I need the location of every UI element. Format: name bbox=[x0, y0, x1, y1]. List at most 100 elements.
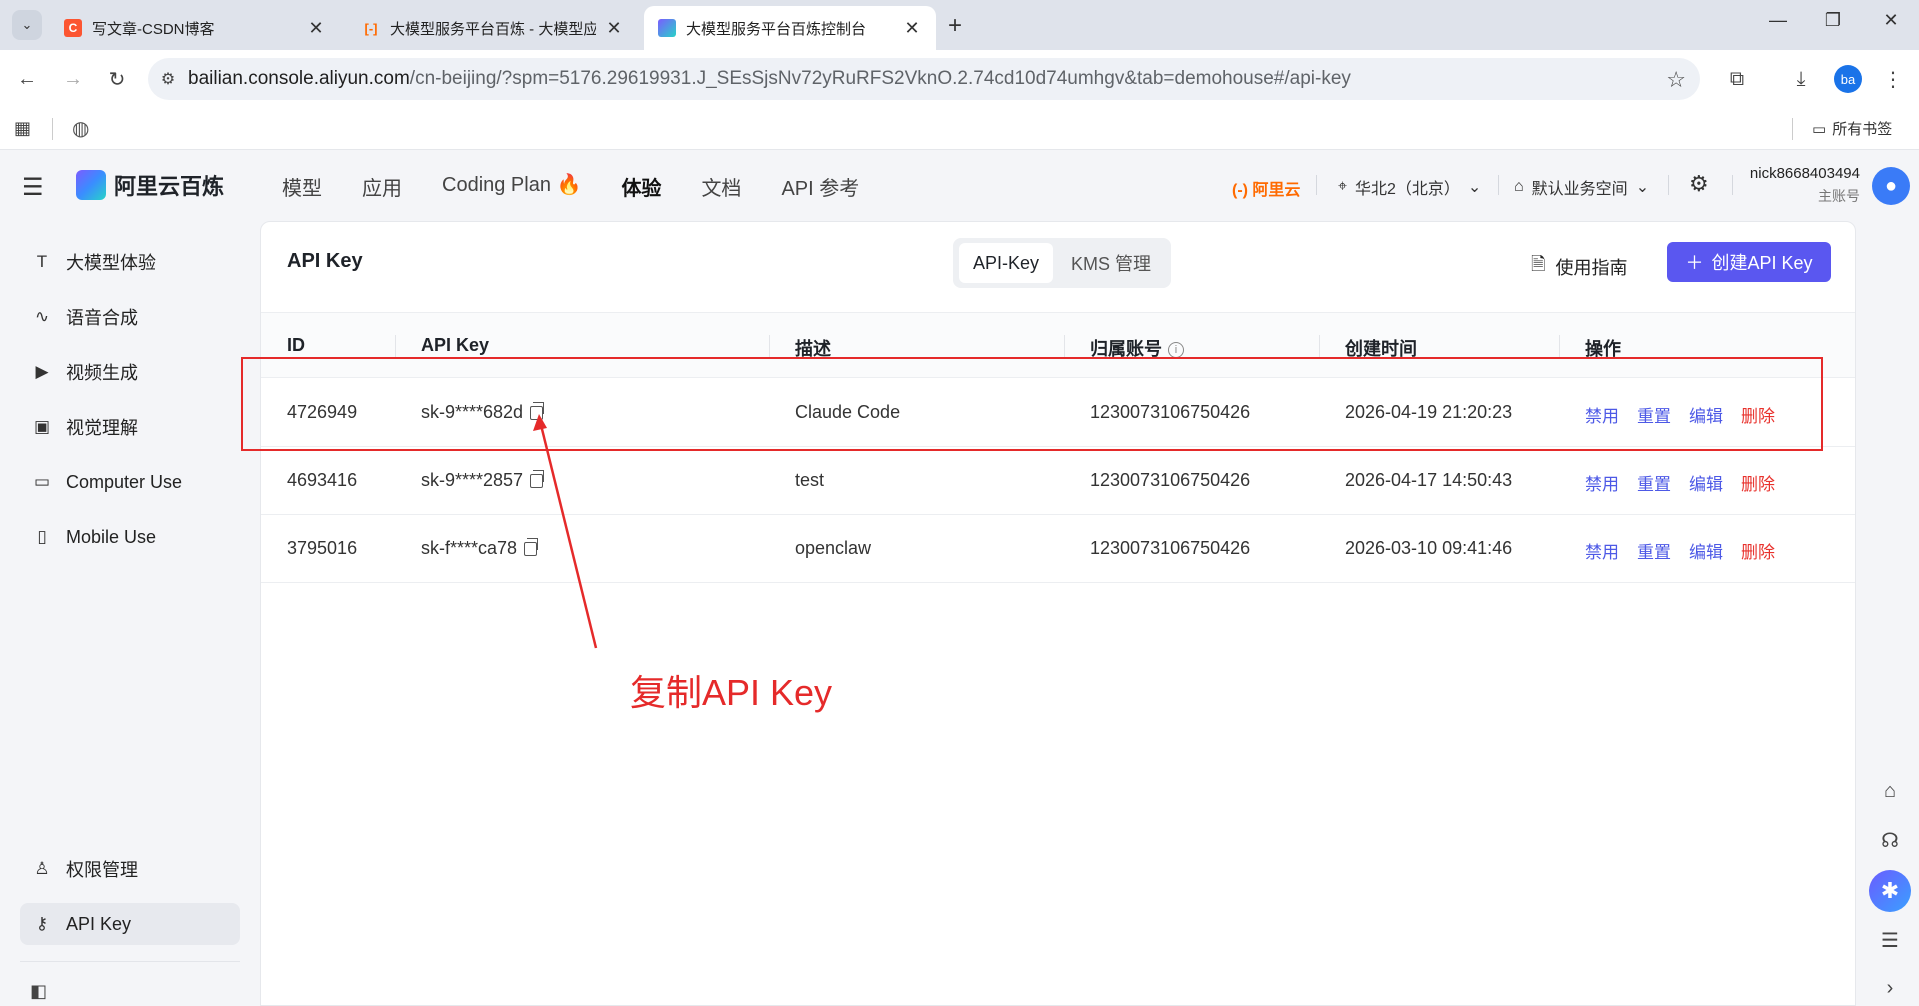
divider bbox=[20, 961, 240, 962]
disable-link[interactable]: 禁用 bbox=[1585, 543, 1619, 562]
reset-link[interactable]: 重置 bbox=[1637, 475, 1671, 494]
create-api-key-button[interactable]: ＋ 创建API Key bbox=[1667, 242, 1831, 282]
account-role: 主账号 bbox=[1818, 188, 1860, 204]
sidebar-item-label: Computer Use bbox=[66, 471, 183, 492]
sidebar-item-tts[interactable]: ∿ 语音合成 bbox=[20, 296, 240, 338]
apps-grid-icon[interactable]: ▦ bbox=[14, 118, 31, 139]
cell-api-key: sk-9****2857 bbox=[421, 470, 545, 491]
globe-icon[interactable]: ◍ bbox=[72, 116, 89, 141]
sidebar-item-label: 视觉理解 bbox=[66, 418, 138, 438]
bailian-logo-icon bbox=[76, 170, 106, 200]
document-icon: 🗎 bbox=[1531, 254, 1546, 274]
sidebar-item-mobile-use[interactable]: ▯ Mobile Use bbox=[20, 516, 240, 558]
tab-bailian-console[interactable]: 大模型服务平台百炼控制台 ✕ bbox=[644, 6, 936, 50]
sidebar-item-label: 语音合成 bbox=[66, 308, 138, 328]
table-row: 4693416 sk-9****2857 test 12300731067504… bbox=[261, 447, 1855, 515]
bookmark-star-icon[interactable]: ☆ bbox=[1666, 67, 1686, 93]
sidebar-item-computer-use[interactable]: ▭ Computer Use bbox=[20, 461, 240, 503]
user-icon: ♙ bbox=[34, 859, 50, 878]
url-text: bailian.console.aliyun.com/cn-beijing/?s… bbox=[188, 68, 1351, 89]
profile-avatar[interactable]: ba bbox=[1834, 65, 1862, 93]
info-icon[interactable]: i bbox=[1168, 342, 1184, 359]
nav-models[interactable]: 模型 bbox=[282, 172, 322, 201]
reset-link[interactable]: 重置 bbox=[1637, 543, 1671, 562]
new-tab-icon[interactable]: + bbox=[948, 12, 962, 40]
cell-description: test bbox=[795, 470, 825, 490]
sidebar-item-video[interactable]: ▶ 视频生成 bbox=[20, 351, 240, 393]
region-selector[interactable]: ⌖ 华北2（北京） ⌄ bbox=[1338, 175, 1481, 199]
workspace-selector[interactable]: ⌂ 默认业务空间 ⌄ bbox=[1514, 175, 1649, 199]
hamburger-menu-icon[interactable]: ☰ bbox=[22, 173, 44, 202]
settings-gear-icon[interactable]: ⚙ bbox=[1689, 171, 1709, 197]
app-logo[interactable]: 阿里云百炼 bbox=[76, 169, 224, 201]
forward-icon[interactable]: → bbox=[58, 64, 88, 94]
ai-assistant-icon[interactable]: ✱ bbox=[1869, 870, 1911, 912]
sidebar-item-label: 视频生成 bbox=[66, 363, 138, 383]
briefcase-icon[interactable]: ⌂ bbox=[1872, 773, 1908, 809]
download-icon[interactable]: ⤓ bbox=[1786, 64, 1816, 94]
bailian-favicon-icon bbox=[658, 19, 676, 37]
tab-bailian-docs[interactable]: [-] 大模型服务平台百炼 - 大模型应 ✕ bbox=[348, 6, 638, 50]
aliyun-logo[interactable]: (-) 阿里云 bbox=[1232, 176, 1300, 200]
divider bbox=[1316, 175, 1317, 195]
notes-icon[interactable]: ☰ bbox=[1872, 922, 1908, 958]
divider bbox=[769, 335, 770, 357]
divider bbox=[1732, 175, 1733, 195]
delete-link[interactable]: 删除 bbox=[1741, 475, 1775, 494]
nav-api-reference[interactable]: API 参考 bbox=[781, 172, 859, 201]
close-icon[interactable]: ✕ bbox=[902, 18, 922, 39]
divider bbox=[1559, 335, 1560, 357]
monitor-icon: ▭ bbox=[33, 472, 51, 491]
copy-icon[interactable] bbox=[530, 470, 545, 489]
main-panel: API Key API-Key KMS 管理 🗎 使用指南 ＋ 创建API Ke… bbox=[260, 221, 1856, 1006]
sidebar-item-vision[interactable]: ▣ 视觉理解 bbox=[20, 406, 240, 448]
sidebar-item-llm-experience[interactable]: T 大模型体验 bbox=[20, 241, 240, 283]
user-info[interactable]: nick8668403494 主账号 bbox=[1746, 165, 1860, 206]
extensions-icon[interactable]: ⧉ bbox=[1722, 64, 1752, 94]
nav-experience[interactable]: 体验 bbox=[621, 172, 661, 201]
nav-coding-plan[interactable]: Coding Plan 🔥 bbox=[442, 172, 581, 201]
divider bbox=[1792, 118, 1793, 140]
reload-icon[interactable]: ↻ bbox=[102, 64, 132, 94]
nav-apps[interactable]: 应用 bbox=[362, 172, 402, 201]
nav-docs[interactable]: 文档 bbox=[701, 172, 741, 201]
sidebar-item-api-key[interactable]: ⚷ API Key bbox=[20, 903, 240, 945]
app-header: ☰ 阿里云百炼 模型 应用 Coding Plan 🔥 体验 文档 API 参考… bbox=[0, 151, 1919, 221]
sidebar-item-permissions[interactable]: ♙ 权限管理 bbox=[20, 848, 240, 890]
all-bookmarks[interactable]: ▭ 所有书签 bbox=[1812, 118, 1892, 139]
plus-icon: ＋ bbox=[1685, 253, 1704, 273]
cell-actions: 禁用 重置 编辑 删除 bbox=[1585, 538, 1793, 563]
collapse-sidebar-icon[interactable]: ◧ bbox=[30, 981, 47, 1002]
restore-icon[interactable]: ❐ bbox=[1818, 10, 1848, 31]
close-icon[interactable]: ✕ bbox=[306, 18, 326, 39]
tab-kms[interactable]: KMS 管理 bbox=[1057, 243, 1165, 283]
back-icon[interactable]: ← bbox=[12, 64, 42, 94]
guide-label: 使用指南 bbox=[1555, 258, 1628, 278]
all-bookmarks-label: 所有书签 bbox=[1832, 121, 1893, 138]
tab-api-key[interactable]: API-Key bbox=[959, 243, 1054, 283]
chevron-right-icon[interactable]: › bbox=[1872, 970, 1908, 1006]
window-close-icon[interactable]: ✕ bbox=[1876, 10, 1906, 31]
edit-link[interactable]: 编辑 bbox=[1689, 475, 1723, 494]
headset-icon[interactable]: ☊ bbox=[1872, 822, 1908, 858]
user-avatar-icon[interactable]: ● bbox=[1872, 167, 1910, 205]
tab-csdn[interactable]: C 写文章-CSDN博客 ✕ bbox=[50, 6, 340, 50]
guide-button[interactable]: 🗎 使用指南 bbox=[1531, 252, 1627, 282]
menu-icon[interactable]: ⋮ bbox=[1878, 64, 1908, 94]
address-bar[interactable]: ⚙ bailian.console.aliyun.com/cn-beijing/… bbox=[148, 58, 1700, 100]
flame-icon: 🔥 bbox=[556, 174, 582, 196]
cell-actions: 禁用 重置 编辑 删除 bbox=[1585, 470, 1793, 495]
delete-link[interactable]: 删除 bbox=[1741, 543, 1775, 562]
site-info-icon[interactable]: ⚙ bbox=[148, 69, 188, 89]
divider bbox=[395, 335, 396, 357]
copy-icon[interactable] bbox=[524, 538, 539, 557]
annotation-label: 复制API Key bbox=[630, 672, 833, 713]
disable-link[interactable]: 禁用 bbox=[1585, 475, 1619, 494]
minimize-icon[interactable]: — bbox=[1763, 10, 1793, 31]
close-icon[interactable]: ✕ bbox=[604, 18, 624, 39]
edit-link[interactable]: 编辑 bbox=[1689, 543, 1723, 562]
cell-id: 3795016 bbox=[287, 538, 358, 558]
cell-api-key: sk-f****ca78 bbox=[421, 538, 539, 559]
tab-search-button[interactable]: ⌄ bbox=[12, 10, 42, 40]
tab-title: 写文章-CSDN博客 bbox=[92, 20, 215, 38]
